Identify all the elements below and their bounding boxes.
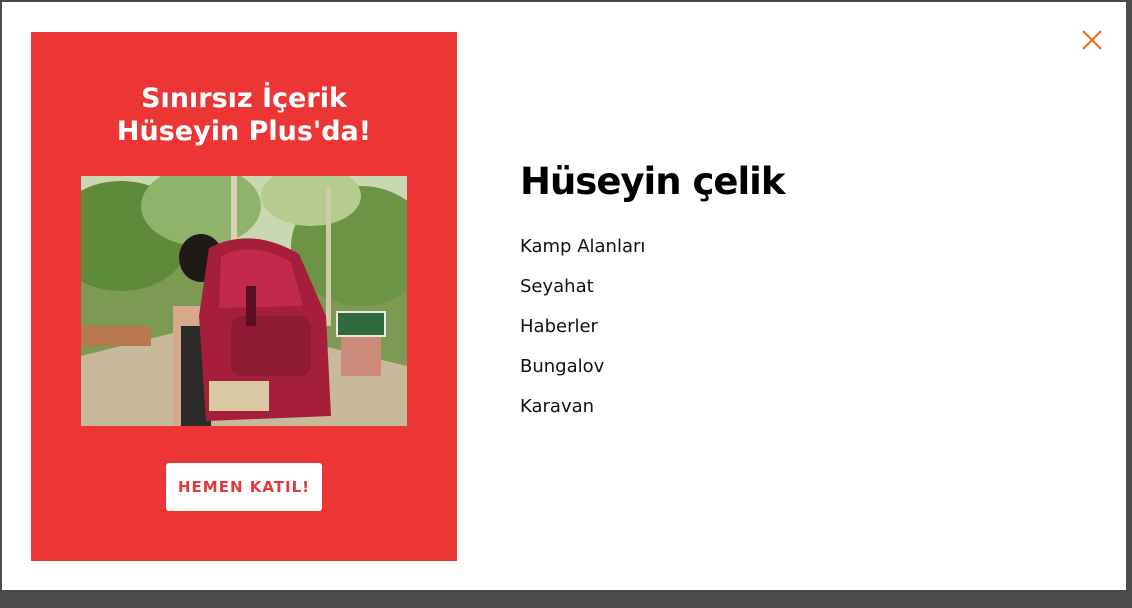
promo-title: Sınırsız İçerik Hüseyin Plus'da! (31, 82, 457, 148)
menu-item-karavan[interactable]: Karavan (520, 392, 645, 432)
menu-title: Hüseyin çelik (520, 160, 785, 203)
menu-item-bungalov[interactable]: Bungalov (520, 352, 645, 392)
promo-title-line-2: Hüseyin Plus'da! (116, 116, 372, 147)
join-now-button[interactable]: HEMEN KATIL! (166, 463, 322, 511)
menu-item-kamp-alanlari[interactable]: Kamp Alanları (520, 232, 645, 272)
category-menu: Kamp Alanları Seyahat Haberler Bungalov … (520, 232, 645, 432)
close-icon (1082, 30, 1102, 50)
promo-panel: Sınırsız İçerik Hüseyin Plus'da! HEMEN K… (31, 32, 457, 561)
menu-item-seyahat[interactable]: Seyahat (520, 272, 645, 312)
modal-dialog: Sınırsız İçerik Hüseyin Plus'da! HEMEN K… (2, 2, 1126, 590)
promo-image-hiker-backpack (81, 176, 407, 426)
menu-item-haberler[interactable]: Haberler (520, 312, 645, 352)
promo-title-line-1: Sınırsız İçerik (141, 83, 347, 114)
close-button[interactable] (1079, 27, 1105, 53)
